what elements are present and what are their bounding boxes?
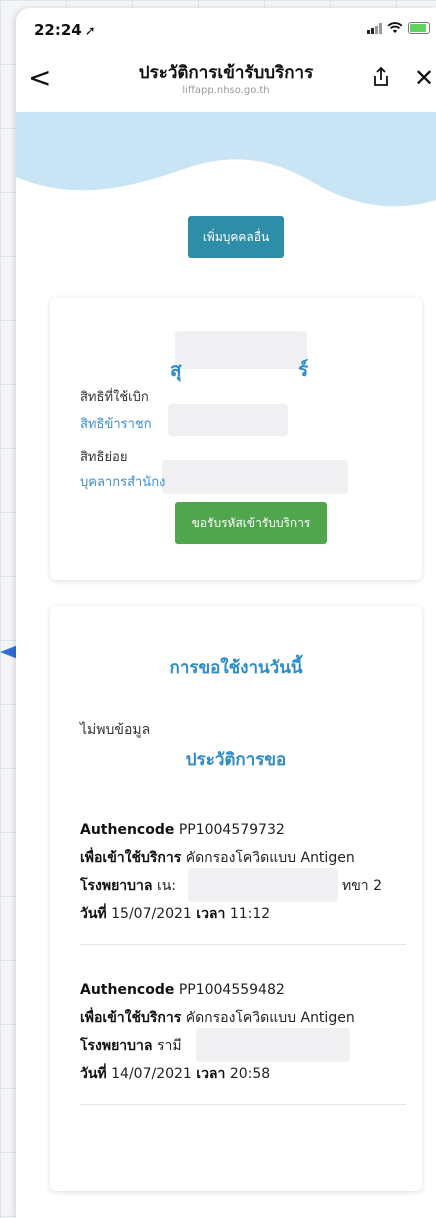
status-bar: 22:24 ➚ xyxy=(16,8,436,54)
right-label: สิทธิที่ใช้เบิก xyxy=(80,390,149,405)
redacted-hospital xyxy=(196,1028,350,1062)
history-record: Authencode PP1004559482 เพื่อเข้าใช้บริก… xyxy=(80,980,410,1092)
phone-screen: 22:24 ➚ < ประวัติการเข้ารับบริการ liffapp… xyxy=(16,8,436,1218)
location-arrow-icon: ➚ xyxy=(84,24,96,39)
hospital-row: โรงพยาบาล รามี xyxy=(80,1028,410,1064)
redacted-name xyxy=(175,331,307,369)
wifi-icon xyxy=(387,22,403,33)
battery-icon xyxy=(408,22,430,34)
close-button[interactable]: ✕ xyxy=(414,64,434,92)
status-icons xyxy=(367,22,430,34)
history-record: Authencode PP1004579732 เพื่อเข้าใช้บริก… xyxy=(80,820,410,932)
redacted-hospital xyxy=(188,868,338,902)
no-data-text: ไม่พบข้อมูล xyxy=(80,722,151,738)
hospital-row: โรงพยาบาล เน: ทขา 2 xyxy=(80,868,410,904)
request-code-button[interactable]: ขอรับรหัสเข้ารับบริการ xyxy=(175,502,327,544)
divider xyxy=(80,944,406,945)
authencode-row: Authencode PP1004559482 xyxy=(80,982,285,998)
add-person-button[interactable]: เพิ่มบุคคลอื่น xyxy=(188,216,284,258)
sub-right-value: บุคลากรสำนักง xyxy=(80,475,166,490)
redacted-sub-right xyxy=(162,460,348,494)
divider xyxy=(80,1104,406,1105)
history-heading: ประวัติการขอ xyxy=(185,750,287,770)
profile-card: สุ ร์ สิทธิที่ใช้เบิก สิทธิข้าราชก สิทธิ… xyxy=(50,298,422,580)
redacted-right xyxy=(168,404,288,436)
today-heading: การขอใช้งานวันนี้ xyxy=(169,658,303,678)
sub-right-label: สิทธิย่อย xyxy=(80,450,128,465)
usage-card: การขอใช้งานวันนี้ ไม่พบข้อมูล ประวัติการ… xyxy=(50,606,422,1191)
right-value: สิทธิข้าราชก xyxy=(80,417,152,432)
authencode-row: Authencode PP1004579732 xyxy=(80,822,285,838)
name-end: ร์ xyxy=(298,359,309,381)
name-start: สุ xyxy=(170,359,182,381)
datetime-row: วันที่ 15/07/2021 เวลา 11:12 xyxy=(80,906,271,922)
header-wave xyxy=(16,112,436,207)
share-icon[interactable] xyxy=(371,66,391,88)
signal-icon xyxy=(367,22,382,34)
datetime-row: วันที่ 14/07/2021 เวลา 20:58 xyxy=(80,1066,271,1082)
status-time: 22:24 ➚ xyxy=(34,21,96,39)
navigation-bar: < ประวัติการเข้ารับบริการ liffapp.nhso.g… xyxy=(16,54,436,110)
